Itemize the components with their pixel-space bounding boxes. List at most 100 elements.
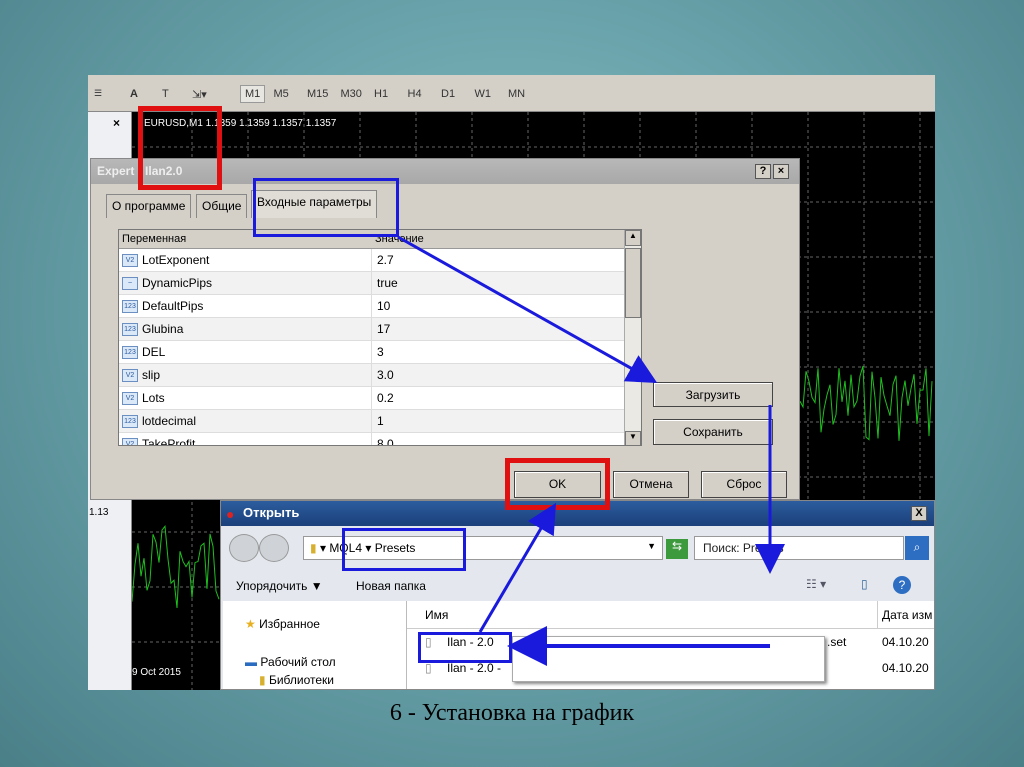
table-row[interactable]: V2 Lots 0.2: [119, 387, 641, 410]
load-button[interactable]: Загрузить: [653, 382, 773, 407]
file-list-header: Имя Дата изм: [407, 600, 934, 629]
table-row[interactable]: V2 TakeProfit 8.0: [119, 433, 641, 445]
param-type-icon: 123: [122, 345, 138, 359]
nav-libraries[interactable]: ▮ Библиотеки: [223, 669, 406, 687]
chevron-down-icon[interactable]: ▼: [647, 541, 656, 551]
text-tool-icon[interactable]: A: [130, 88, 138, 100]
timeframe-m30[interactable]: M30: [341, 88, 362, 100]
tab-about[interactable]: О программе: [106, 194, 192, 218]
arrows-tool-icon[interactable]: ⇲▾: [192, 88, 207, 101]
reset-button[interactable]: Сброс: [701, 471, 787, 498]
param-value[interactable]: 3: [372, 345, 384, 359]
param-value[interactable]: 17: [372, 322, 390, 336]
nav-label: Библиотеки: [268, 673, 334, 687]
close-button[interactable]: ×: [773, 164, 789, 179]
preview-pane-icon[interactable]: ▯: [861, 577, 868, 591]
highlight-file: [418, 632, 512, 663]
param-name: DEL: [142, 345, 166, 359]
file-icon: ▯: [425, 661, 432, 675]
save-button[interactable]: Сохранить: [653, 419, 773, 445]
timeframe-w1[interactable]: W1: [475, 88, 492, 100]
nav-desktop[interactable]: ▬ Рабочий стол: [223, 631, 406, 669]
back-button[interactable]: [229, 534, 259, 562]
expert-properties-dialog: Expert - Ilan2.0 ? × О программе Общие В…: [90, 158, 800, 500]
param-name: Glubina: [142, 322, 184, 336]
param-name: slip: [142, 368, 161, 382]
scroll-down-icon[interactable]: ▼: [625, 431, 641, 445]
tooltip-popup: [512, 636, 825, 682]
search-input[interactable]: Поиск: Presets: [694, 536, 904, 560]
column-name[interactable]: Имя: [425, 608, 448, 622]
scroll-thumb[interactable]: [625, 248, 641, 318]
table-row[interactable]: ~ DynamicPips true: [119, 272, 641, 295]
scroll-up-icon[interactable]: ▲: [625, 230, 641, 246]
nav-favorites[interactable]: ★ Избранное: [223, 601, 406, 631]
nav-label: Избранное: [259, 617, 320, 631]
price-line-left: [132, 524, 220, 609]
timeframe-m1[interactable]: M1: [240, 85, 266, 103]
timeframe-h4[interactable]: H4: [408, 88, 422, 100]
help-button[interactable]: ?: [755, 164, 771, 179]
param-type-icon: ~: [122, 276, 138, 290]
param-type-icon: V2: [122, 368, 138, 382]
param-value[interactable]: 3.0: [372, 368, 394, 382]
file-date: 04.10.20: [882, 661, 929, 675]
param-type-icon: V2: [122, 253, 138, 267]
close-button[interactable]: X: [911, 506, 927, 521]
param-type-icon: 123: [122, 414, 138, 428]
text-label-tool-icon[interactable]: T: [162, 88, 169, 100]
table-row[interactable]: V2 LotExponent 2.7: [119, 249, 641, 272]
new-folder-button[interactable]: Новая папка: [356, 579, 426, 593]
inputs-table: Переменная Значение V2 LotExponent 2.7 ~ Dyn…: [118, 229, 642, 446]
folder-icon: ▮: [259, 673, 266, 687]
refresh-icon[interactable]: ⇆: [666, 539, 688, 559]
param-value[interactable]: 1: [372, 414, 384, 428]
highlight-inputs-tab: [253, 178, 399, 237]
star-icon: ★: [245, 617, 256, 631]
table-row[interactable]: 123 DEL 3: [119, 341, 641, 364]
line-studies-icon[interactable]: ☰: [94, 88, 102, 99]
param-value[interactable]: 8.0: [372, 437, 394, 445]
timeframe-m15[interactable]: M15: [307, 88, 328, 100]
view-icon[interactable]: ☷ ▾: [806, 577, 826, 591]
file-ext: .set: [827, 635, 847, 649]
param-type-icon: V2: [122, 437, 138, 445]
param-name: lotdecimal: [142, 414, 197, 428]
file-date: 04.10.20: [882, 635, 929, 649]
desktop-icon: ▬: [245, 655, 257, 669]
timeframe-m5[interactable]: M5: [274, 88, 289, 100]
table-row[interactable]: 123 lotdecimal 1: [119, 410, 641, 433]
column-date[interactable]: Дата изм: [877, 600, 932, 629]
param-value[interactable]: 10: [372, 299, 390, 313]
organize-button[interactable]: Упорядочить ▼: [236, 579, 323, 593]
forward-button[interactable]: [259, 534, 289, 562]
highlight-expert-name: [138, 106, 222, 190]
search-icon[interactable]: ⌕: [905, 536, 929, 560]
timeframe-d1[interactable]: D1: [441, 88, 455, 100]
folder-icon: ▮: [310, 541, 317, 555]
nav-pane: ★ Избранное ▬ Рабочий стол ▮ Библиотеки: [223, 601, 406, 689]
close-icon[interactable]: ×: [113, 116, 120, 130]
app-icon: ●: [226, 506, 235, 522]
param-value[interactable]: true: [372, 276, 398, 290]
param-name: DynamicPips: [142, 276, 213, 290]
timeframe-h1[interactable]: H1: [374, 88, 388, 100]
param-value[interactable]: 2.7: [372, 253, 394, 267]
param-value[interactable]: 0.2: [372, 391, 394, 405]
table-row[interactable]: 123 Glubina 17: [119, 318, 641, 341]
table-row[interactable]: V2 slip 3.0: [119, 364, 641, 387]
highlight-ok: [505, 458, 610, 510]
timeframe-mn[interactable]: MN: [508, 88, 525, 100]
help-icon[interactable]: ?: [893, 576, 911, 594]
nav-label: Рабочий стол: [260, 655, 336, 669]
tab-common[interactable]: Общие: [196, 194, 248, 218]
param-type-icon: V2: [122, 391, 138, 405]
param-name: DefaultPips: [142, 299, 204, 313]
price-line-right: [799, 365, 933, 441]
file-name: Ilan - 2.0 -: [447, 661, 502, 675]
cancel-button[interactable]: Отмена: [613, 471, 689, 498]
table-scrollbar[interactable]: ▲ ▼: [624, 230, 641, 445]
open-title: Открыть: [243, 505, 300, 520]
table-row[interactable]: 123 DefaultPips 10: [119, 295, 641, 318]
title-prefix: Expert -: [97, 164, 142, 178]
